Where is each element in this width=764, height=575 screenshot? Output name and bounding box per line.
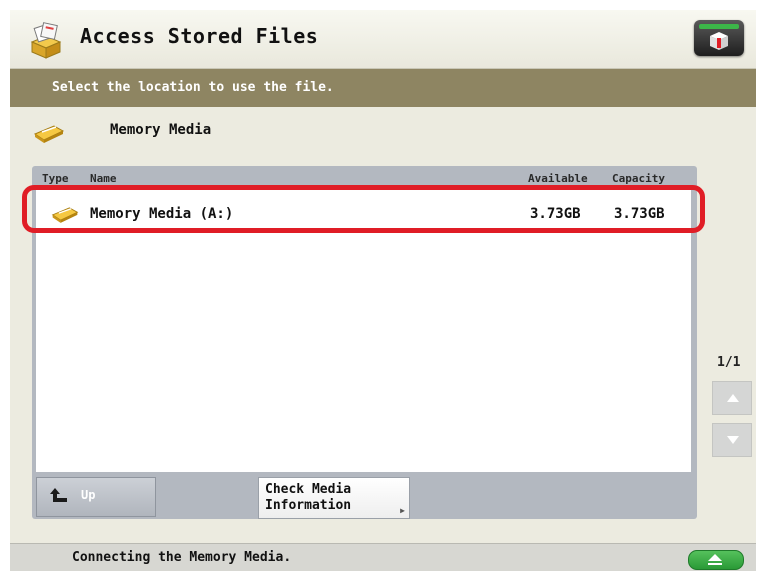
check-media-label: Check Media Information [265,482,351,514]
status-monitor-button[interactable] [694,20,744,56]
list-item[interactable]: Memory Media (A:) 3.73GB 3.73GB [36,196,691,232]
list-header: Type Name Available Capacity [32,166,697,190]
up-button[interactable]: Up [36,477,156,517]
page-indicator: 1/1 [717,355,741,370]
item-available: 3.73GB [530,206,581,222]
item-name: Memory Media (A:) [90,206,234,222]
file-list-panel: Type Name Available Capacity Memory Medi… [32,166,697,519]
status-bar: Connecting the Memory Media. [10,543,756,571]
page-title: Access Stored Files [80,24,319,48]
memory-media-icon [50,204,80,228]
scroll-down-button[interactable] [712,423,752,457]
column-available[interactable]: Available [528,172,588,185]
check-media-label-line1: Check Media [265,482,352,497]
item-capacity: 3.73GB [614,206,665,222]
up-arrow-icon [49,486,71,510]
memory-media-icon [32,122,66,148]
column-name[interactable]: Name [90,172,117,185]
status-indicator-bar [699,24,739,29]
current-location-label: Memory Media [110,122,212,138]
column-capacity[interactable]: Capacity [612,172,665,185]
title-bar: Access Stored Files [10,10,756,69]
instruction-banner: Select the location to use the file. [10,69,756,107]
check-media-information-button[interactable]: Check Media Information ▶ [258,477,410,519]
up-button-label: Up [81,488,96,502]
eject-button[interactable] [688,550,744,570]
file-list: Memory Media (A:) 3.73GB 3.73GB [36,188,691,472]
scroll-up-button[interactable] [712,381,752,415]
file-box-icon [26,20,66,60]
check-media-label-line2: Information [265,498,352,513]
instruction-text: Select the location to use the file. [52,80,334,95]
screen: Access Stored Files Select the location … [10,10,756,571]
submenu-arrow-icon: ▶ [400,506,405,515]
status-message: Connecting the Memory Media. [72,550,292,565]
column-type[interactable]: Type [42,172,69,185]
